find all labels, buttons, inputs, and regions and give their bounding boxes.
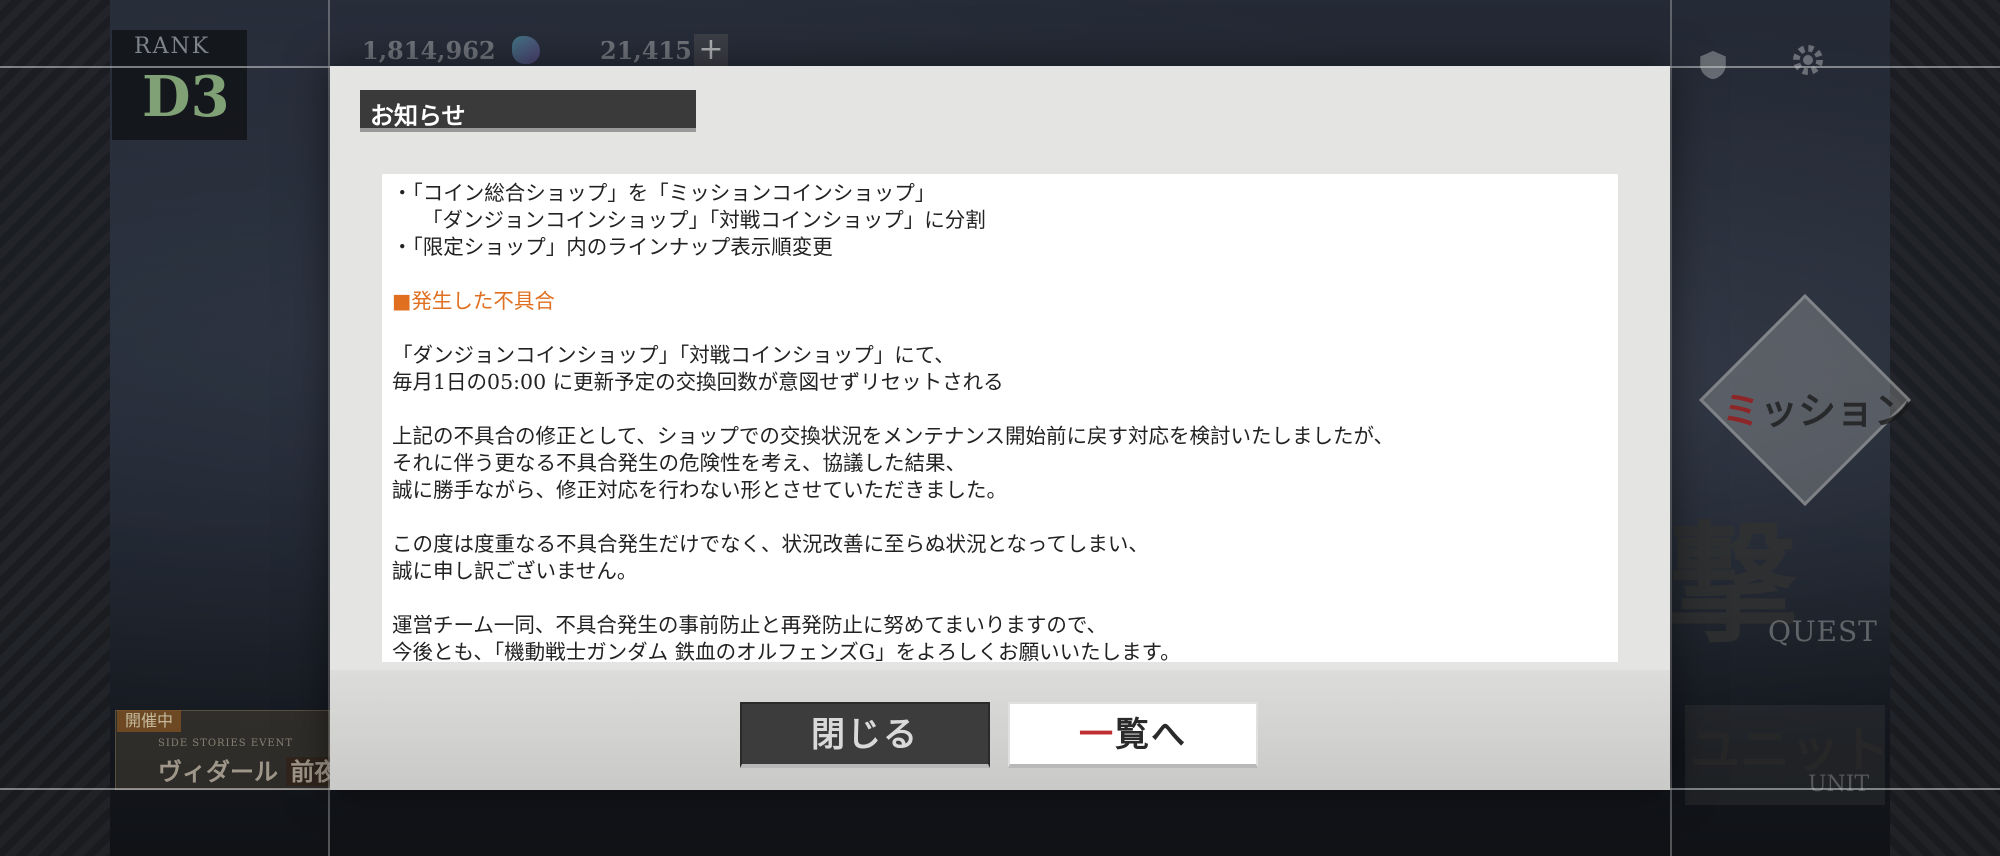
notice-line [392,396,1608,423]
notice-dialog: お知らせ ・「コイン総合ショップ」を「ミッションコインショップ」 「ダンジョンコイ… [330,66,1670,790]
list-button[interactable]: 一覧へ [1008,702,1258,768]
notice-line: 誠に勝手ながら、修正対応を行わない形とさせていただきました。 [392,478,1007,502]
notice-line: 「ダンジョンコインショップ」「対戦コインショップ」に分割 [422,208,986,232]
section-heading: ■発生した不具合 [392,289,555,313]
notice-line: それに伴う更なる不具合発生の危険性を考え、協議した結果、 [392,451,966,475]
notice-line: ・「限定ショップ」内のラインナップ表示順変更 [392,235,833,259]
dialog-title: お知らせ [370,101,466,130]
notice-line: 「ダンジョンコインショップ」「対戦コインショップ」にて、 [392,343,955,367]
notice-line [392,315,1608,342]
notice-line: ・「コイン総合ショップ」を「ミッションコインショップ」 [392,181,936,205]
notice-content[interactable]: ・「コイン総合ショップ」を「ミッションコインショップ」 「ダンジョンコインショップ… [382,174,1618,662]
notice-line: 誠に申し訳ございません。 [392,559,638,583]
notice-line: 今後とも、「機動戦士ガンダム 鉄血のオルフェンズG」をよろしくお願いいたします。 [392,640,1181,662]
notice-line [392,585,1608,612]
notice-line: 上記の不具合の修正として、ショップでの交換状況をメンテナンス開始前に戻す対応を検… [392,424,1395,448]
dialog-footer [330,670,1670,790]
notice-line: 運営チーム一同、不具合発生の事前防止と再発防止に努めてまいりますので、 [392,613,1108,637]
notice-line: この度は度重なる不具合発生だけでなく、状況改善に至らぬ状況となってしまい、 [392,532,1149,556]
notice-line [392,261,1608,288]
close-button[interactable]: 閉じる [740,702,990,768]
notice-line: 毎月1日の05:00 に更新予定の交換回数が意図せずリセットされる [392,370,1004,394]
notice-line [392,504,1608,531]
